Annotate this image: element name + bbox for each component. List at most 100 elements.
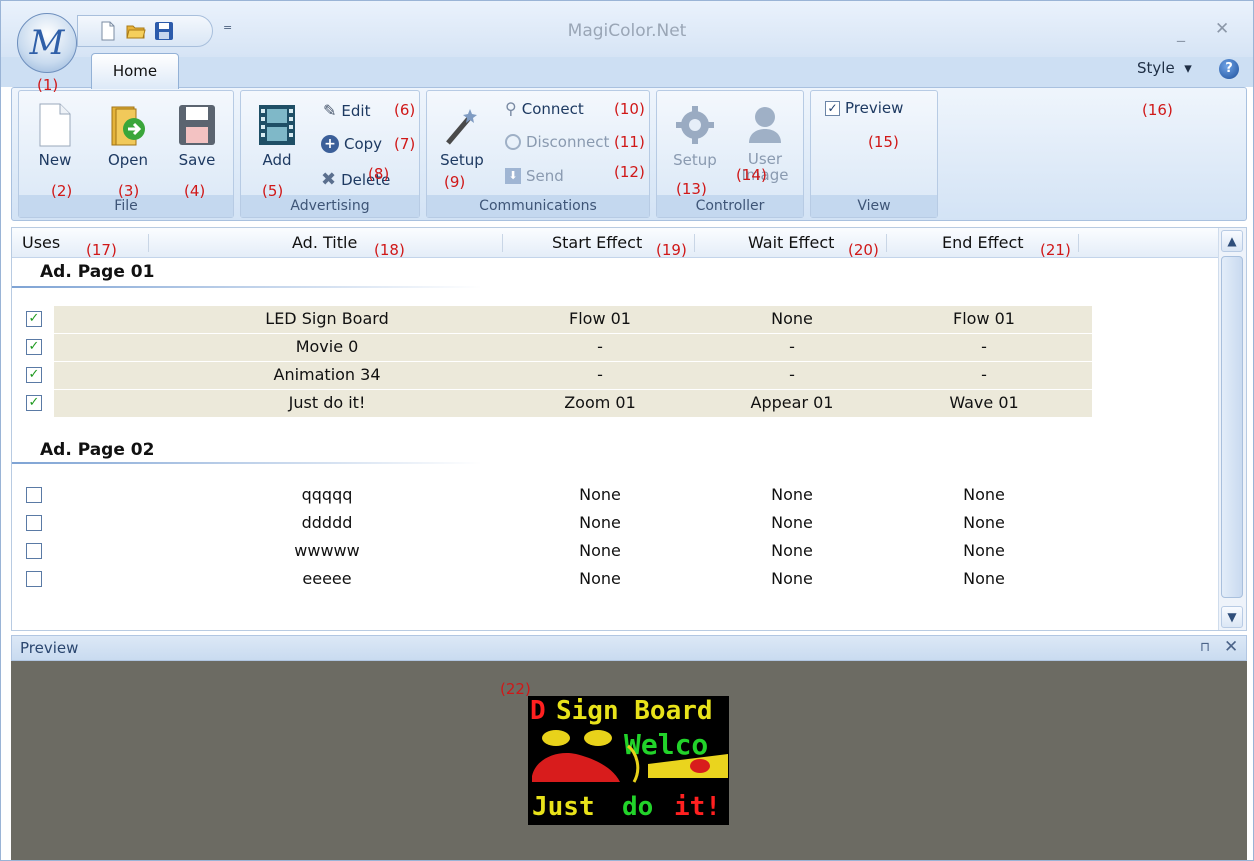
plug-icon: ⚲ bbox=[505, 99, 517, 118]
led-text: it! bbox=[674, 792, 721, 822]
minimize-button[interactable]: _ bbox=[1177, 23, 1185, 42]
uses-checkbox[interactable]: ✓ bbox=[26, 339, 42, 355]
preview-pane: D Sign Board Welco Just do it! bbox=[11, 661, 1247, 860]
style-label: Style bbox=[1137, 59, 1175, 77]
cell-start-effect: - bbox=[597, 365, 603, 384]
new-button[interactable]: New bbox=[35, 103, 75, 169]
column-header-end-effect[interactable]: End Effect bbox=[942, 233, 1024, 252]
table-row[interactable]: ✓ Movie 0 - - - bbox=[12, 334, 1092, 361]
disconnect-icon bbox=[505, 134, 521, 150]
uses-checkbox[interactable]: ✓ bbox=[26, 395, 42, 411]
column-divider[interactable] bbox=[148, 234, 149, 252]
scroll-up-button[interactable]: ▲ bbox=[1221, 230, 1243, 252]
help-icon[interactable]: ? bbox=[1219, 59, 1239, 79]
add-button[interactable]: Add bbox=[253, 103, 301, 169]
comm-setup-button[interactable]: Setup bbox=[437, 103, 487, 169]
uses-checkbox[interactable] bbox=[26, 543, 42, 559]
magic-wand-icon bbox=[446, 109, 477, 145]
cell-title: qqqqq bbox=[301, 485, 353, 504]
page-group-header[interactable]: Ad. Page 02 bbox=[40, 440, 154, 460]
pin-icon[interactable]: ⊓ bbox=[1200, 640, 1210, 655]
controller-setup-button[interactable]: Setup bbox=[665, 103, 725, 169]
send-button[interactable]: ⬇ Send bbox=[505, 167, 564, 185]
column-divider[interactable] bbox=[886, 234, 887, 252]
save-label: Save bbox=[178, 151, 216, 169]
cell-end-effect: None bbox=[963, 541, 1005, 560]
close-window-button[interactable]: ✕ bbox=[1215, 19, 1229, 39]
preview-pane-title: Preview bbox=[20, 639, 79, 657]
window-title: MagiColor.Net bbox=[567, 21, 687, 41]
copy-button[interactable]: + Copy bbox=[321, 135, 382, 153]
cell-wait-effect: - bbox=[789, 365, 795, 384]
cell-wait-effect: - bbox=[789, 337, 795, 356]
table-row[interactable]: ✓ Animation 34 - - - bbox=[12, 362, 1092, 389]
annotation-label: (21) bbox=[1040, 241, 1071, 259]
uses-checkbox[interactable] bbox=[26, 487, 42, 503]
page-group-header[interactable]: Ad. Page 01 bbox=[40, 262, 154, 282]
led-preview-display: D Sign Board Welco Just do it! bbox=[528, 696, 729, 825]
column-header-wait-effect[interactable]: Wait Effect bbox=[748, 233, 834, 252]
style-menu-button[interactable]: Style ▾ bbox=[1137, 59, 1192, 77]
edit-label: Edit bbox=[341, 101, 371, 120]
film-strip-icon bbox=[259, 105, 295, 145]
close-pane-icon[interactable]: ✕ bbox=[1224, 637, 1238, 657]
annotation-label: (9) bbox=[444, 173, 466, 191]
table-row[interactable]: ddddd None None None bbox=[12, 510, 1092, 537]
column-header-uses[interactable]: Uses bbox=[22, 233, 60, 252]
scroll-down-button[interactable]: ▼ bbox=[1221, 606, 1243, 628]
add-label: Add bbox=[262, 151, 292, 169]
annotation-label: (14) bbox=[736, 166, 767, 184]
chevron-down-icon: ▾ bbox=[1184, 59, 1192, 77]
annotation-label: (22) bbox=[500, 680, 531, 698]
new-label: New bbox=[38, 151, 72, 169]
app-window: = MagiColor.Net _ ✕ M Home Style ▾ ? New… bbox=[0, 0, 1254, 861]
uses-checkbox[interactable] bbox=[26, 515, 42, 531]
floppy-save-icon bbox=[179, 105, 215, 145]
uses-checkbox[interactable]: ✓ bbox=[26, 311, 42, 327]
cell-start-effect: None bbox=[579, 541, 621, 560]
copy-icon: + bbox=[321, 135, 339, 153]
application-menu-button[interactable]: M bbox=[17, 13, 77, 73]
cell-start-effect: Zoom 01 bbox=[564, 393, 636, 412]
edit-button[interactable]: ✎ Edit bbox=[323, 101, 370, 120]
uses-checkbox[interactable] bbox=[26, 571, 42, 587]
annotation-label: (19) bbox=[656, 241, 687, 259]
column-header-start-effect[interactable]: Start Effect bbox=[552, 233, 642, 252]
cell-wait-effect: None bbox=[771, 569, 813, 588]
disconnect-button[interactable]: Disconnect bbox=[505, 133, 609, 151]
cell-title: wwwww bbox=[294, 541, 360, 560]
annotation-label: (7) bbox=[394, 135, 416, 153]
ribbon-group-controller: Setup User Image Controller bbox=[656, 90, 804, 218]
gear-icon bbox=[676, 106, 714, 144]
table-row[interactable]: qqqqq None None None bbox=[12, 482, 1092, 509]
scroll-thumb[interactable] bbox=[1221, 256, 1243, 598]
vertical-scrollbar[interactable]: ▲ ▼ bbox=[1218, 228, 1246, 630]
table-row[interactable]: eeeee None None None bbox=[12, 566, 1092, 593]
save-button[interactable]: Save bbox=[173, 103, 221, 169]
led-animation-graphic bbox=[532, 730, 728, 783]
annotation-label: (15) bbox=[868, 133, 899, 151]
send-label: Send bbox=[526, 167, 564, 185]
column-divider[interactable] bbox=[502, 234, 503, 252]
title-bar: = MagiColor.Net _ ✕ bbox=[1, 1, 1253, 57]
column-divider[interactable] bbox=[1078, 234, 1079, 252]
led-text: do bbox=[622, 792, 654, 822]
table-row[interactable]: ✓ Just do it! Zoom 01 Appear 01 Wave 01 bbox=[12, 390, 1092, 417]
uses-checkbox[interactable]: ✓ bbox=[26, 367, 42, 383]
open-button[interactable]: Open bbox=[103, 103, 153, 169]
annotation-label: (18) bbox=[374, 241, 405, 259]
preview-toggle[interactable]: ✓ Preview bbox=[825, 99, 903, 117]
table-row[interactable]: wwwww None None None bbox=[12, 538, 1092, 565]
annotation-label: (11) bbox=[614, 133, 645, 151]
tab-home[interactable]: Home bbox=[91, 53, 179, 89]
cell-end-effect: Flow 01 bbox=[953, 309, 1015, 328]
delete-x-icon: ✖ bbox=[321, 169, 337, 190]
preview-label: Preview bbox=[845, 99, 904, 117]
column-divider[interactable] bbox=[694, 234, 695, 252]
open-folder-icon bbox=[111, 106, 145, 146]
column-header-title[interactable]: Ad. Title bbox=[292, 233, 357, 252]
cell-title: LED Sign Board bbox=[265, 309, 389, 328]
preview-checkbox[interactable]: ✓ bbox=[825, 100, 840, 116]
table-row[interactable]: ✓ LED Sign Board Flow 01 None Flow 01 bbox=[12, 306, 1092, 333]
connect-button[interactable]: ⚲ Connect bbox=[505, 99, 584, 118]
